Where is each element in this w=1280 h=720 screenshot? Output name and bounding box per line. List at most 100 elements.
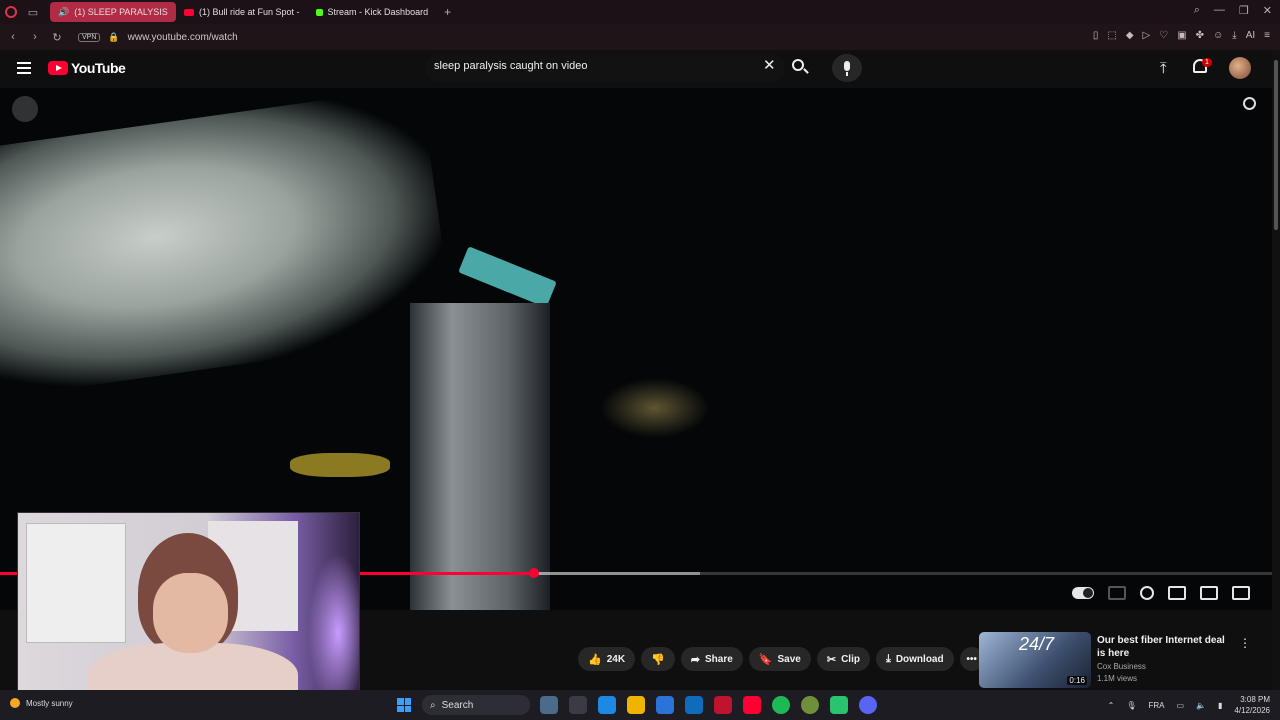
discord-icon[interactable] — [859, 696, 877, 714]
video-frame-teal-object — [458, 246, 557, 308]
minimize-icon[interactable]: — — [1214, 4, 1225, 17]
tab-bull-ride[interactable]: (1) Bull ride at Fun Spot - — [176, 2, 308, 22]
youtube-taskbar-icon[interactable] — [743, 696, 761, 714]
fullscreen-icon[interactable] — [1232, 586, 1250, 600]
opera-logo-icon — [5, 6, 17, 18]
speaker-icon[interactable]: 🔊 — [58, 7, 69, 18]
webcam-purple-light — [308, 553, 359, 705]
battery-icon[interactable]: ▮ — [1218, 701, 1222, 710]
snapshot-icon[interactable]: ⬚ — [1107, 30, 1116, 41]
recommended-views: 1.1M views — [1097, 674, 1138, 683]
new-tab-button[interactable]: + — [444, 5, 451, 19]
thumbs-down-icon: 👎 — [651, 653, 665, 666]
recommended-channel[interactable]: Cox Business — [1097, 662, 1146, 671]
clear-search-icon[interactable]: ✕ — [763, 58, 776, 73]
weather-widget[interactable]: Mostly sunny — [10, 698, 73, 708]
opera-taskbar-icon[interactable] — [714, 696, 732, 714]
puzzle-icon[interactable]: ✤ — [1196, 30, 1204, 41]
thumbnail-text: 24/7 — [1019, 634, 1055, 654]
vpn-badge[interactable]: VPN — [78, 32, 101, 42]
extension-icon[interactable]: ▣ — [1177, 30, 1186, 41]
settings-gear-icon[interactable] — [1140, 586, 1154, 600]
reload-icon[interactable]: ↻ — [48, 31, 66, 44]
opera-menu-button[interactable] — [0, 1, 22, 23]
recommended-title[interactable]: Our best fiber Internet deal is here — [1097, 634, 1227, 660]
maximize-icon[interactable]: ❐ — [1239, 4, 1249, 17]
browser-toolbar: ▯ ⬚ ◆ ▷ ♡ ▣ ✤ ☺ ⤓ AI ≡ — [1093, 30, 1270, 41]
page-scrollbar[interactable] — [1272, 50, 1280, 690]
search-input[interactable] — [434, 60, 754, 72]
recommended-thumbnail[interactable]: 24/7 0:16 — [979, 632, 1091, 688]
forward-icon[interactable]: › — [26, 31, 44, 43]
menu-icon[interactable]: ≡ — [1264, 30, 1270, 41]
share-icon: ➦ — [690, 653, 700, 666]
app-icon[interactable] — [801, 696, 819, 714]
widgets-app-icon[interactable] — [540, 696, 558, 714]
download-icon[interactable]: ⤓ — [1232, 30, 1236, 41]
video-frame-box — [410, 303, 550, 610]
search-tabs-icon[interactable]: ⌕ — [1194, 4, 1200, 17]
chevron-icon[interactable] — [12, 96, 38, 122]
store-icon[interactable] — [656, 696, 674, 714]
cast-icon[interactable] — [1200, 586, 1218, 600]
obs-icon[interactable] — [830, 696, 848, 714]
kick-icon — [315, 8, 323, 16]
chevron-up-icon[interactable]: ⌃ — [1108, 701, 1115, 710]
info-icon[interactable] — [1243, 97, 1256, 110]
heart-icon[interactable]: ♡ — [1159, 30, 1168, 41]
youtube-header: YouTube ✕ ⤒ 1 — [0, 50, 1280, 88]
windows-taskbar: Mostly sunny ⌕ Search ⌃ 🎙 FRA ▭ 🔈 ▮ 3:08… — [0, 690, 1280, 720]
lock-icon[interactable]: 🔒 — [108, 32, 119, 43]
spotify-icon[interactable] — [772, 696, 790, 714]
download-label: Download — [895, 653, 944, 665]
url-field[interactable]: www.youtube.com/watch — [128, 32, 238, 43]
recommended-video[interactable]: 24/7 0:16 Our best fiber Internet deal i… — [979, 632, 1251, 690]
search-icon[interactable] — [792, 59, 804, 71]
volume-icon[interactable]: 🔈 — [1196, 701, 1206, 710]
task-view-icon[interactable] — [569, 696, 587, 714]
share-button[interactable]: ➦ Share — [680, 647, 743, 671]
clip-button[interactable]: ✂ Clip — [816, 647, 870, 671]
video-frame-yellow-object — [290, 453, 390, 477]
search-box — [425, 54, 785, 82]
address-bar: ‹ › ↻ VPN 🔒 www.youtube.com/watch ▯ ⬚ ◆ … — [0, 24, 1280, 50]
video-frame-clutter — [600, 378, 710, 438]
save-button[interactable]: 🔖 Save — [748, 647, 811, 671]
language-indicator[interactable]: FRA — [1148, 701, 1164, 710]
microphone-tray-icon[interactable]: 🎙 — [1126, 701, 1136, 710]
like-button[interactable]: 👍 24K — [578, 647, 636, 671]
shield-icon[interactable]: ◆ — [1126, 30, 1134, 41]
outlook-icon[interactable] — [685, 696, 703, 714]
taskbar-search[interactable]: ⌕ Search — [422, 695, 530, 715]
player-icon[interactable]: ▷ — [1143, 30, 1151, 41]
edge-icon[interactable] — [598, 696, 616, 714]
hamburger-menu-icon[interactable] — [17, 62, 31, 74]
close-icon[interactable]: ✕ — [1263, 4, 1272, 17]
window-controls: ⌕ — ❐ ✕ — [1194, 4, 1272, 17]
ai-button[interactable]: AI — [1246, 30, 1255, 41]
youtube-logo[interactable]: YouTube — [48, 60, 126, 76]
file-explorer-icon[interactable] — [627, 696, 645, 714]
autoplay-toggle[interactable] — [1072, 587, 1094, 599]
clock[interactable]: 3:08 PM 4/12/2026 — [1234, 694, 1270, 716]
youtube-icon — [184, 8, 194, 16]
more-icon: ••• — [966, 653, 977, 665]
miniplayer-icon[interactable] — [1168, 586, 1186, 600]
start-button[interactable] — [397, 698, 411, 712]
tab-sleep-paralysis[interactable]: 🔊 (1) SLEEP PARALYSIS — [50, 2, 176, 22]
bookmark-icon[interactable]: ▯ — [1093, 30, 1099, 41]
video-frame-bag — [0, 88, 456, 400]
tab-kick-dashboard[interactable]: Stream - Kick Dashboard — [308, 2, 437, 22]
back-icon[interactable]: ‹ — [4, 31, 22, 43]
kebab-menu-icon[interactable]: ⋮ — [1239, 636, 1251, 650]
avatar[interactable] — [1229, 57, 1251, 79]
download-button[interactable]: ⤓ Download — [875, 647, 954, 671]
upload-icon[interactable]: ⤒ — [1160, 60, 1167, 77]
webcam-overlay — [17, 512, 360, 706]
workspaces-icon[interactable]: ▭ — [22, 1, 44, 23]
dislike-button[interactable]: 👎 — [641, 647, 675, 671]
network-icon[interactable]: ▭ — [1176, 701, 1184, 710]
profile-icon[interactable]: ☺ — [1213, 30, 1223, 41]
microphone-icon[interactable] — [832, 54, 862, 82]
captions-icon[interactable] — [1108, 586, 1126, 600]
